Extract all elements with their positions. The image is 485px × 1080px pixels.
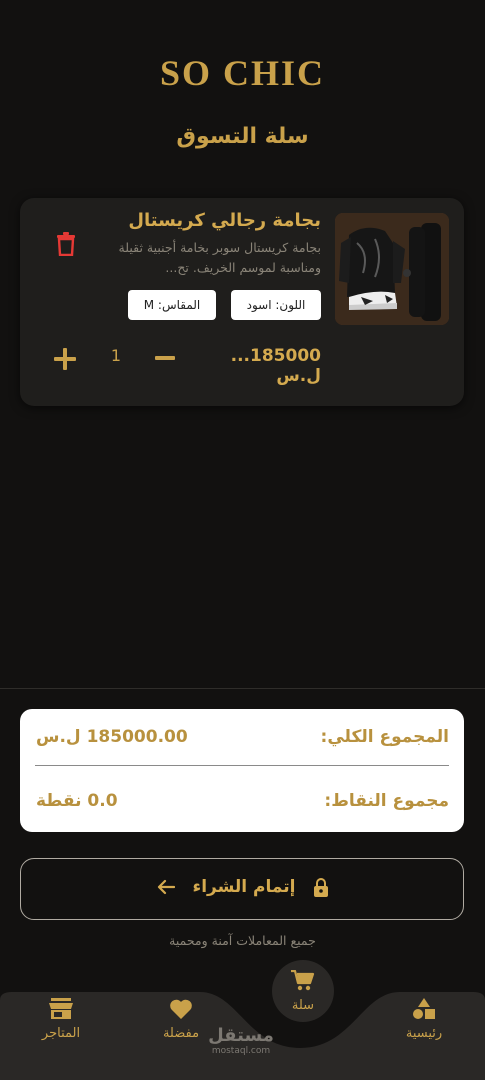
quantity-value: 1 (110, 346, 122, 365)
watermark-latin: mostaql.com (211, 1046, 271, 1056)
points-value: 0.0 نقطة (36, 791, 118, 811)
checkout-content: إتمام الشراء (21, 877, 465, 897)
product-image[interactable] (335, 213, 449, 325)
secure-transactions-note: جميع المعاملات آمنة ومحمية (169, 933, 316, 948)
total-value: 185000.00 ل.س (36, 727, 188, 747)
plus-icon[interactable] (54, 348, 76, 370)
trash-icon[interactable] (56, 232, 76, 257)
watermark-arabic: مستقل (208, 1025, 274, 1046)
nav-stores[interactable]: المتاجر (16, 998, 106, 1041)
summary-divider (35, 765, 449, 766)
cart-item-card: بجامة رجالي كريستال بجامة كريستال سوبر ب… (20, 198, 464, 406)
points-label: مجموع النقاط: (324, 791, 449, 811)
product-description: بجامة كريستال سوبر بخامة أجنبية ثقيلة وم… (118, 240, 321, 275)
watermark: مستقل mostaql.com (206, 1025, 276, 1057)
checkout-label: إتمام الشراء (192, 877, 296, 897)
nav-stores-label: المتاجر (41, 1026, 81, 1041)
brand-logo: SO CHIC (159, 53, 326, 93)
product-name[interactable]: بجامة رجالي كريستال (81, 210, 321, 231)
nav-home-label: رئيسية (405, 1026, 443, 1041)
store-icon (49, 998, 73, 1020)
lock-icon (313, 877, 329, 897)
divider (0, 688, 485, 689)
arrow-left-icon (157, 879, 175, 895)
minus-icon[interactable] (155, 356, 175, 360)
nav-home[interactable]: رئيسية (379, 998, 469, 1041)
cart-icon (291, 969, 315, 992)
total-label: المجموع الكلي: (320, 727, 449, 747)
home-shapes-icon (412, 998, 436, 1020)
size-chip: المقاس: M (128, 290, 216, 320)
nav-cart[interactable]: سلة (272, 960, 334, 1022)
order-summary: المجموع الكلي: 185000.00 ل.س مجموع النقا… (20, 709, 464, 832)
heart-icon (169, 998, 193, 1020)
item-price: 185000... ل.س (230, 346, 321, 386)
nav-favorites-label: مفضلة (162, 1026, 200, 1041)
nav-cart-label: سلة (291, 998, 315, 1013)
color-chip: اللون: اسود (231, 290, 321, 320)
checkout-button[interactable]: إتمام الشراء (20, 858, 464, 920)
page-title: سلة التسوق (176, 124, 309, 149)
